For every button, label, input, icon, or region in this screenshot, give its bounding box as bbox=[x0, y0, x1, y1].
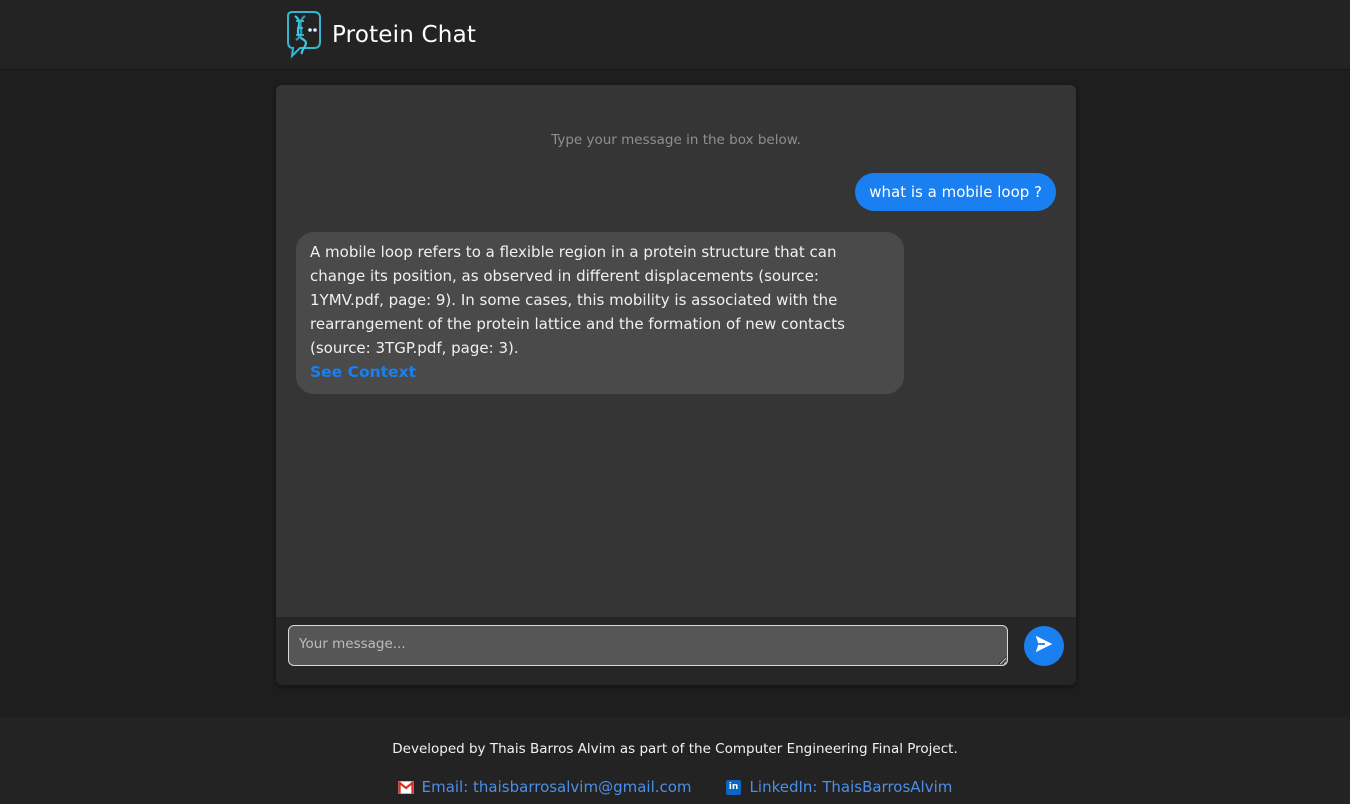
footer-links: Email: thaisbarrosalvim@gmail.com in Lin… bbox=[0, 778, 1350, 796]
linkedin-link[interactable]: in LinkedIn: ThaisBarrosAlvim bbox=[726, 778, 953, 796]
app-title: Protein Chat bbox=[332, 22, 477, 48]
bot-message: A mobile loop refers to a flexible regio… bbox=[296, 232, 904, 394]
email-link-label: Email: thaisbarrosalvim@gmail.com bbox=[421, 778, 692, 796]
linkedin-icon: in bbox=[726, 779, 742, 795]
footer-credit: Developed by Thais Barros Alvim as part … bbox=[392, 741, 958, 757]
composer bbox=[276, 617, 1076, 685]
send-icon bbox=[1033, 633, 1055, 659]
chat-panel: Type your message in the box below. what… bbox=[276, 85, 1076, 685]
bot-message-text: A mobile loop refers to a flexible regio… bbox=[310, 243, 845, 357]
gmail-icon bbox=[397, 779, 414, 795]
chat-hint: Type your message in the box below. bbox=[551, 132, 801, 148]
user-message: what is a mobile loop ? bbox=[855, 173, 1056, 211]
app-footer: Developed by Thais Barros Alvim as part … bbox=[0, 717, 1350, 804]
brand[interactable]: Protein Chat bbox=[282, 10, 476, 60]
message-list: Type your message in the box below. what… bbox=[276, 85, 1076, 617]
app-header: Protein Chat bbox=[0, 0, 1350, 70]
dna-chat-icon bbox=[282, 10, 324, 60]
linkedin-link-label: LinkedIn: ThaisBarrosAlvim bbox=[749, 778, 953, 796]
send-button[interactable] bbox=[1024, 626, 1064, 666]
see-context-link[interactable]: See Context bbox=[310, 360, 416, 384]
message-input[interactable] bbox=[288, 625, 1008, 666]
email-link[interactable]: Email: thaisbarrosalvim@gmail.com bbox=[397, 778, 692, 796]
